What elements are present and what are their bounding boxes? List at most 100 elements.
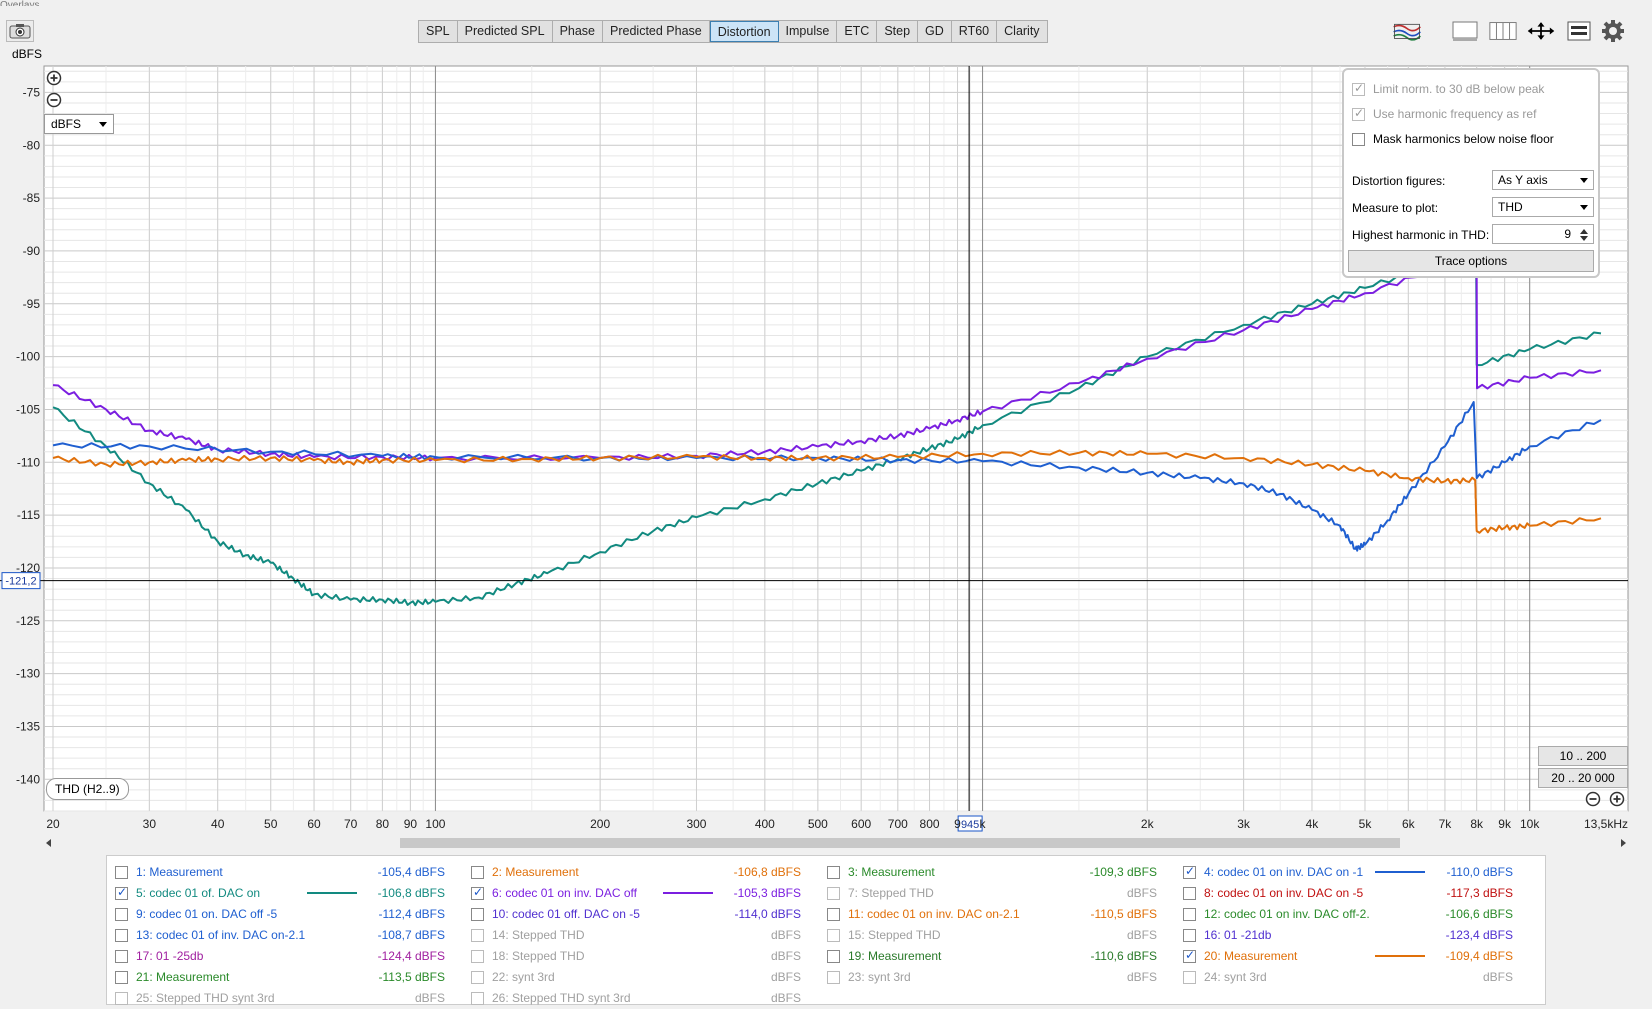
- legend-label: 20: Measurement: [1204, 949, 1298, 963]
- legend-item[interactable]: 15: Stepped THD dBFS: [827, 925, 1177, 945]
- x-tick-label: 50: [264, 817, 278, 831]
- legend-item[interactable]: 23: synt 3rd dBFS: [827, 967, 1177, 987]
- x-zoom-out-icon[interactable]: [1585, 791, 1601, 807]
- distortion-figures-select[interactable]: As Y axis: [1492, 170, 1594, 190]
- measure-to-plot-select[interactable]: THD: [1492, 197, 1594, 217]
- limit-norm-row[interactable]: Limit norm. to 30 dB below peak: [1352, 81, 1544, 96]
- legend-item[interactable]: 12: codec 01 on inv. DAC off-2. -106,6 dB…: [1183, 904, 1533, 924]
- legend-checkbox[interactable]: [115, 907, 128, 921]
- cursor-x-readout: 945: [961, 819, 979, 831]
- legend-swatch: [1375, 871, 1425, 873]
- legend-label: 3: Measurement: [848, 865, 935, 879]
- legend-item[interactable]: 19: Measurement -110,6 dBFS: [827, 946, 1177, 966]
- legend-checkbox[interactable]: [115, 885, 128, 900]
- legend-value: -105,3 dBFS: [733, 886, 801, 900]
- legend-checkbox[interactable]: [471, 907, 484, 921]
- legend-item[interactable]: 21: Measurement -113,5 dBFS: [115, 967, 465, 987]
- legend-label: 25: Stepped THD synt 3rd: [136, 991, 275, 1005]
- legend-checkbox[interactable]: [471, 949, 484, 963]
- legend-item[interactable]: 16: 01 -21db -123,4 dBFS: [1183, 925, 1533, 945]
- legend-value: -117,3 dBFS: [1446, 886, 1513, 900]
- legend-checkbox[interactable]: [471, 865, 484, 879]
- legend-value: -124,4 dBFS: [377, 949, 445, 963]
- legend-checkbox[interactable]: [471, 885, 484, 900]
- legend-checkbox[interactable]: [1183, 907, 1196, 921]
- legend-item[interactable]: 17: 01 -25db -124,4 dBFS: [115, 946, 465, 966]
- range-10-200-button[interactable]: 10 .. 200: [1538, 746, 1628, 766]
- y-tick-label: -125: [16, 614, 40, 628]
- legend-checkbox[interactable]: [827, 970, 840, 984]
- y-tick-label: -140: [16, 772, 40, 786]
- legend-label: 13: codec 01 of inv. DAC on-2.1: [136, 928, 306, 942]
- legend-checkbox[interactable]: [1183, 970, 1196, 984]
- legend-value: -110,6 dBFS: [1090, 949, 1157, 963]
- legend-checkbox[interactable]: [471, 970, 484, 984]
- use-harmonic-checkbox[interactable]: [1352, 106, 1365, 121]
- legend-item[interactable]: 20: Measurement -109,4 dBFS: [1183, 946, 1533, 966]
- legend-checkbox[interactable]: [827, 949, 840, 963]
- legend-item[interactable]: 10: codec 01 off. DAC on -5 -114,0 dBFS: [471, 904, 821, 924]
- legend-label: 6: codec 01 on inv. DAC off: [492, 886, 637, 900]
- legend-checkbox[interactable]: [1183, 886, 1196, 900]
- legend-checkbox[interactable]: [471, 991, 484, 1005]
- legend-value: -113,5 dBFS: [378, 970, 445, 984]
- y-tick-label: -95: [23, 297, 41, 311]
- legend-checkbox[interactable]: [827, 886, 840, 900]
- legend-checkbox[interactable]: [115, 865, 128, 879]
- x-tick-label: 500: [808, 817, 828, 831]
- legend-item[interactable]: 13: codec 01 of inv. DAC on-2.1 -108,7 dB…: [115, 925, 465, 945]
- legend-item[interactable]: 6: codec 01 on inv. DAC off -105,3 dBFS: [471, 883, 821, 903]
- legend-checkbox[interactable]: [471, 928, 484, 942]
- mask-harmonics-row[interactable]: Mask harmonics below noise floor: [1352, 132, 1554, 146]
- trace-options-button[interactable]: Trace options: [1348, 250, 1594, 272]
- legend-item[interactable]: 7: Stepped THD dBFS: [827, 883, 1177, 903]
- legend-item[interactable]: 1: Measurement -105,4 dBFS: [115, 862, 465, 882]
- legend-label: 12: codec 01 on inv. DAC off-2.: [1204, 907, 1370, 921]
- legend-item[interactable]: 5: codec 01 of. DAC on -106,8 dBFS: [115, 883, 465, 903]
- highest-harmonic-spinner[interactable]: 9: [1492, 224, 1594, 244]
- legend-value: -110,0 dBFS: [1446, 865, 1513, 879]
- legend-label: 5: codec 01 of. DAC on: [136, 886, 261, 900]
- legend-item[interactable]: 9: codec 01 on. DAC off -5 -112,4 dBFS: [115, 904, 465, 924]
- legend-item[interactable]: 18: Stepped THD dBFS: [471, 946, 821, 966]
- legend-checkbox[interactable]: [115, 970, 128, 984]
- legend-value: dBFS: [414, 991, 445, 1005]
- legend-item[interactable]: 25: Stepped THD synt 3rd dBFS: [115, 988, 465, 1008]
- legend-item[interactable]: 2: Measurement -106,8 dBFS: [471, 862, 821, 882]
- spinner-arrows-icon[interactable]: [1578, 227, 1590, 243]
- legend-checkbox[interactable]: [1183, 928, 1196, 942]
- legend-item[interactable]: 11: codec 01 on inv. DAC on-2.1 -110,5 dB…: [827, 904, 1177, 924]
- legend-checkbox[interactable]: [115, 991, 128, 1005]
- legend-checkbox[interactable]: [115, 949, 128, 963]
- x-tick-label: 8k: [1470, 817, 1484, 831]
- highest-harmonic-label: Highest harmonic in THD:: [1352, 228, 1490, 242]
- legend-item[interactable]: 22: synt 3rd dBFS: [471, 967, 821, 987]
- legend-item[interactable]: 8: codec 01 on inv. DAC on -5 -117,3 dBFS: [1183, 883, 1533, 903]
- x-zoom-in-icon[interactable]: [1609, 791, 1625, 807]
- zoom-in-icon[interactable]: [46, 70, 62, 86]
- legend-value: -114,0 dBFS: [734, 907, 801, 921]
- legend-item[interactable]: 4: codec 01 on inv. DAC on -1 -110,0 dBFS: [1183, 862, 1533, 882]
- legend-item[interactable]: 24: synt 3rd dBFS: [1183, 967, 1533, 987]
- use-harmonic-row[interactable]: Use harmonic frequency as ref: [1352, 106, 1536, 121]
- mask-harmonics-checkbox[interactable]: [1352, 132, 1365, 146]
- legend-checkbox[interactable]: [115, 928, 128, 942]
- legend-item[interactable]: 14: Stepped THD dBFS: [471, 925, 821, 945]
- legend-item[interactable]: 26: Stepped THD synt 3rd dBFS: [471, 988, 821, 1008]
- unit-select[interactable]: dBFS: [44, 114, 114, 134]
- range-20-20000-button[interactable]: 20 .. 20 000: [1538, 768, 1628, 788]
- legend-checkbox[interactable]: [827, 907, 840, 921]
- legend-checkbox[interactable]: [1183, 864, 1196, 879]
- x-tick-label: 100: [425, 817, 445, 831]
- measure-badge[interactable]: THD (H2..9): [46, 778, 129, 800]
- legend-checkbox[interactable]: [827, 865, 840, 879]
- measure-to-plot-label: Measure to plot:: [1352, 201, 1439, 215]
- legend-checkbox[interactable]: [827, 928, 840, 942]
- legend-label: 16: 01 -21db: [1204, 928, 1272, 942]
- legend-item[interactable]: 3: Measurement -109,3 dBFS: [827, 862, 1177, 882]
- legend-checkbox[interactable]: [1183, 948, 1196, 963]
- legend-label: 23: synt 3rd: [848, 970, 911, 984]
- limit-norm-checkbox[interactable]: [1352, 81, 1365, 96]
- horizontal-scrollbar[interactable]: [44, 836, 1628, 850]
- zoom-out-icon[interactable]: [46, 92, 62, 108]
